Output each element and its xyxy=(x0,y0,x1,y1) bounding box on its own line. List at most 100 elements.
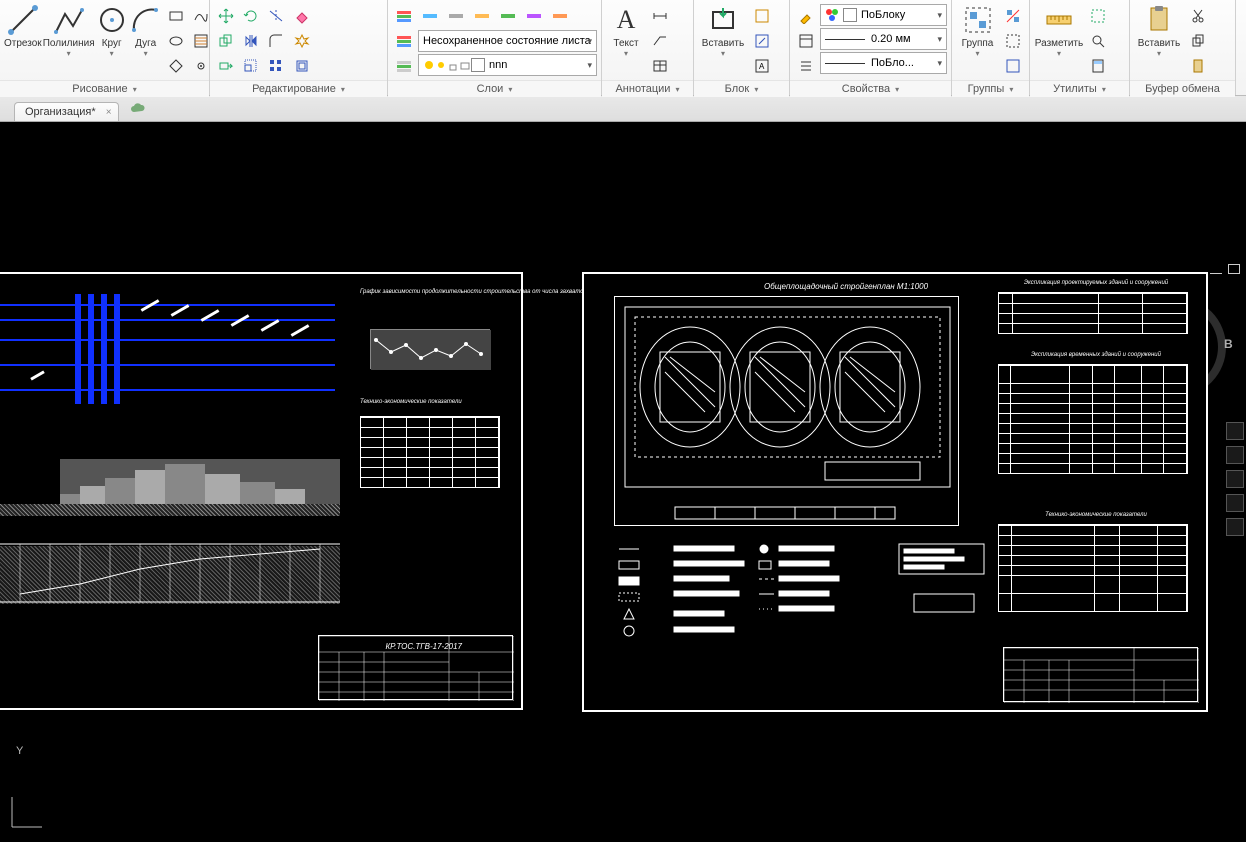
table-icon[interactable] xyxy=(648,54,672,78)
document-tab[interactable]: Организация*× xyxy=(14,102,119,121)
edit-tools-1 xyxy=(214,2,288,78)
edit-tools-2 xyxy=(290,2,314,78)
panel-title-utils[interactable]: Утилиты xyxy=(1030,80,1129,97)
tool-ellipse-icon[interactable] xyxy=(164,29,188,53)
trim-icon[interactable] xyxy=(264,4,288,28)
legend xyxy=(614,539,994,649)
layer-walk-icon[interactable] xyxy=(548,4,572,28)
create-block-icon[interactable] xyxy=(750,4,774,28)
tech-table-title: Технико-экономические показатели xyxy=(360,399,462,405)
group-edit-icon[interactable] xyxy=(1001,29,1025,53)
viewport-maximize-icon[interactable] xyxy=(1228,264,1240,274)
table2-title: Экспликация временных зданий и сооружени… xyxy=(1006,352,1186,358)
layer-prev-icon[interactable] xyxy=(522,4,546,28)
array-icon[interactable] xyxy=(264,54,288,78)
panel-title-props[interactable]: Свойства xyxy=(790,80,951,97)
props-tools xyxy=(794,2,818,78)
panel-title-block[interactable]: Блок xyxy=(694,80,789,97)
layer-props-icon[interactable] xyxy=(392,4,416,28)
mirror-icon[interactable] xyxy=(239,29,263,53)
tool-polygon-icon[interactable] xyxy=(164,54,188,78)
tool-rect-icon[interactable] xyxy=(164,4,188,28)
panel-utils: Разметить ▾ Утилиты xyxy=(1030,0,1130,95)
tool-polyline[interactable]: Полилиния ▾ xyxy=(44,2,94,58)
copy-icon[interactable] xyxy=(214,29,238,53)
panel-groups: Группа ▾ Группы xyxy=(952,0,1030,95)
panel-clip: Вставить ▾ Буфер обмена xyxy=(1130,0,1236,95)
cloud-sync-icon[interactable] xyxy=(129,100,147,118)
viewport-controls xyxy=(1210,264,1240,274)
nav-zoom-icon[interactable] xyxy=(1226,470,1244,488)
layer-state-combo[interactable]: Несохраненное состояние листа xyxy=(418,30,597,52)
edit-block-icon[interactable] xyxy=(750,29,774,53)
panel-block: Вставить ▾ A Блок xyxy=(694,0,790,95)
title-block-1: КР.ТОС.ТГВ-17-2017 xyxy=(318,635,513,700)
layer-match-icon[interactable] xyxy=(496,4,520,28)
resource-histogram xyxy=(0,444,340,504)
tool-text[interactable]: A Текст ▾ xyxy=(606,2,646,58)
calc-icon[interactable] xyxy=(1086,54,1110,78)
copy-clip-icon[interactable] xyxy=(1186,29,1210,53)
cut-icon[interactable] xyxy=(1186,4,1210,28)
plot-icon xyxy=(459,59,471,71)
stretch-icon[interactable] xyxy=(214,54,238,78)
panel-title-draw[interactable]: Рисование xyxy=(0,80,209,97)
nav-orbit-icon[interactable] xyxy=(1226,494,1244,512)
nav-showmotion-icon[interactable] xyxy=(1226,518,1244,536)
panel-title-groups[interactable]: Группы xyxy=(952,80,1029,97)
offset-icon[interactable] xyxy=(290,54,314,78)
tool-group[interactable]: Группа ▾ xyxy=(956,2,999,58)
dependency-chart xyxy=(370,329,490,369)
panel-draw: Отрезок Полилиния ▾ Круг ▾ Дуга ▾ xyxy=(0,0,210,95)
ucs-icon[interactable]: Y xyxy=(6,793,46,836)
list-icon[interactable] xyxy=(794,54,818,78)
color-combo[interactable]: ПоБлоку xyxy=(820,4,947,26)
scale-icon[interactable] xyxy=(239,54,263,78)
panel-title-layers[interactable]: Слои xyxy=(388,80,601,97)
leader-icon[interactable] xyxy=(648,29,672,53)
group-tools xyxy=(1001,2,1025,78)
lock-icon xyxy=(447,59,459,71)
draw-extra-tools xyxy=(164,2,213,78)
quick-select-icon[interactable] xyxy=(1086,29,1110,53)
layer-states-icon[interactable] xyxy=(392,29,416,53)
props-palette-icon[interactable] xyxy=(794,29,818,53)
nav-wheel-icon[interactable] xyxy=(1226,422,1244,440)
layer-tools-left xyxy=(392,2,416,78)
lineweight-combo[interactable]: 0.20 мм xyxy=(820,28,947,50)
tool-paste[interactable]: Вставить ▾ xyxy=(1134,2,1184,58)
tool-circle[interactable]: Круг ▾ xyxy=(96,2,128,58)
layout-sheet-1: График зависимости продолжительности стр… xyxy=(0,272,523,710)
paste-spec-icon[interactable] xyxy=(1186,54,1210,78)
attr-block-icon[interactable]: A xyxy=(750,54,774,78)
close-tab-icon[interactable]: × xyxy=(106,107,112,118)
layer-freeze-icon[interactable] xyxy=(418,4,442,28)
tool-line[interactable]: Отрезок xyxy=(4,2,42,49)
layer-current-combo[interactable]: nnn xyxy=(418,54,597,76)
drawing-canvas[interactable]: Верх С З В xyxy=(0,122,1246,842)
layer-iso-icon[interactable] xyxy=(392,54,416,78)
nav-pan-icon[interactable] xyxy=(1226,446,1244,464)
linetype-combo[interactable]: ПоБло... xyxy=(820,52,947,74)
group-select-icon[interactable] xyxy=(1001,54,1025,78)
select-all-icon[interactable] xyxy=(1086,4,1110,28)
match-props-icon[interactable] xyxy=(794,4,818,28)
compass-e[interactable]: В xyxy=(1224,337,1233,351)
layer-off-icon[interactable] xyxy=(444,4,468,28)
panel-title-edit[interactable]: Редактирование xyxy=(210,80,387,97)
ungroup-icon[interactable] xyxy=(1001,4,1025,28)
tool-insert-block[interactable]: Вставить ▾ xyxy=(698,2,748,58)
explode-icon[interactable] xyxy=(290,29,314,53)
panel-title-annot[interactable]: Аннотации xyxy=(602,80,693,97)
tool-measure[interactable]: Разметить ▾ xyxy=(1034,2,1084,58)
rotate-icon[interactable] xyxy=(239,4,263,28)
layer-lock-icon[interactable] xyxy=(470,4,494,28)
erase-icon[interactable] xyxy=(290,4,314,28)
move-icon[interactable] xyxy=(214,4,238,28)
panel-title-clip: Буфер обмена xyxy=(1130,80,1235,97)
viewport-minimize-icon[interactable] xyxy=(1210,264,1222,274)
dimension-icon[interactable] xyxy=(648,4,672,28)
tool-arc[interactable]: Дуга ▾ xyxy=(130,2,162,58)
tech-table xyxy=(360,416,500,488)
fillet-icon[interactable] xyxy=(264,29,288,53)
